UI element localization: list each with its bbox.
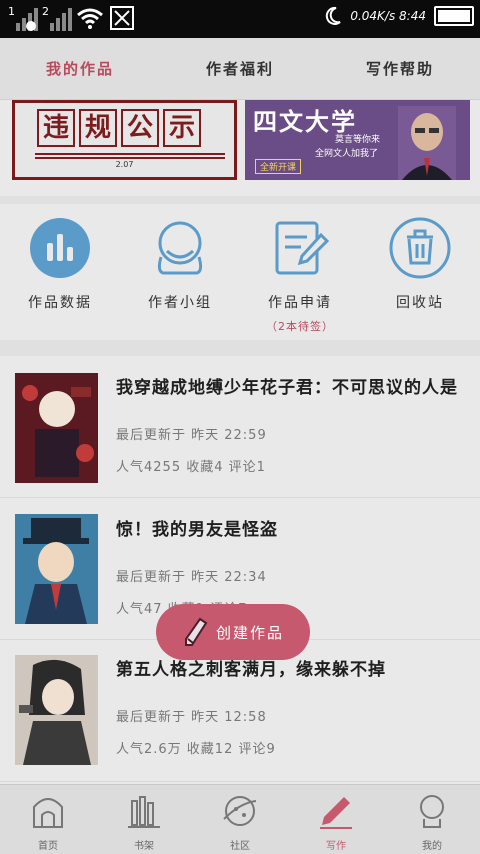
banner-char: 公 — [121, 109, 159, 147]
author-group-button[interactable]: 作者小组 — [120, 216, 240, 312]
banner-char: 规 — [79, 109, 117, 147]
sim1-signal-icon: 1 — [8, 5, 38, 31]
quick-actions: 作品数据 作者小组 作品申请 （2本待签） 回收站 — [0, 204, 480, 340]
home-icon — [33, 798, 63, 828]
work-title: 我穿越成地缚少年花子君：不可思议的人是 — [116, 378, 458, 398]
nav-label: 写作 — [326, 841, 346, 852]
nav-label: 书架 — [134, 841, 154, 852]
work-updated: 最后更新于 昨天 12:58 — [116, 710, 267, 725]
wifi-icon — [77, 8, 103, 29]
list-item[interactable]: 第五人格之刺客满月，缘来躲不掉 最后更新于 昨天 12:58 人气2.6万 收藏… — [0, 640, 480, 782]
group-icon — [148, 216, 212, 280]
pen-icon — [320, 797, 352, 829]
quick-action-label: 回收站 — [396, 295, 444, 311]
recycle-bin-button[interactable]: 回收站 — [360, 216, 480, 312]
sim2-signal-icon: 2 — [42, 5, 72, 31]
book-cover-image — [15, 655, 98, 765]
works-data-button[interactable]: 作品数据 — [0, 216, 120, 312]
work-stats: 人气2.6万 收藏12 评论9 — [116, 742, 276, 757]
banner-area: 违 规 公 示 2.07 四文大学 莫言等你来 全网文人加我了 全新开课 — [0, 100, 480, 198]
work-stats: 人气4255 收藏4 评论1 — [116, 460, 266, 475]
work-title: 第五人格之刺客满月，缘来躲不掉 — [116, 660, 386, 680]
quick-action-label: 作品申请 — [268, 295, 332, 311]
sim1-label: 1 — [8, 5, 15, 18]
tab-my-works[interactable]: 我的作品 — [0, 38, 160, 99]
create-work-label: 创建作品 — [215, 623, 284, 642]
top-tabs: 我的作品 作者福利 写作帮助 — [0, 38, 480, 100]
violation-notice-banner[interactable]: 违 规 公 示 2.07 — [12, 100, 237, 180]
scissors-icon — [110, 6, 134, 30]
banner-char: 违 — [37, 109, 75, 147]
book-cover-image — [15, 514, 98, 624]
moon-icon — [326, 6, 341, 25]
tab-author-benefits[interactable]: 作者福利 — [160, 38, 320, 99]
nav-home[interactable]: 首页 — [0, 785, 96, 854]
nav-writing[interactable]: 写作 — [288, 785, 384, 854]
nav-label: 首页 — [38, 841, 58, 852]
tab-label: 我的作品 — [45, 60, 114, 78]
trash-icon — [388, 216, 452, 280]
list-item[interactable]: 我穿越成地缚少年花子君：不可思议的人是 最后更新于 昨天 22:59 人气425… — [0, 356, 480, 498]
nav-profile[interactable]: 我的 — [384, 785, 480, 854]
nav-bookshelf[interactable]: 书架 — [96, 785, 192, 854]
banner-subtitle: 莫言等你来 — [335, 135, 381, 145]
banner-subtitle-2: 全网文人加我了 — [315, 149, 379, 159]
create-work-button[interactable]: 创建作品 — [156, 604, 310, 660]
work-updated: 最后更新于 昨天 22:59 — [116, 428, 267, 443]
status-right: 0.04K/s 8:44 — [324, 6, 474, 26]
banner-char: 示 — [163, 109, 201, 147]
pending-sign-note: （2本待签） — [266, 320, 334, 333]
status-bar: 1 2 0.04K/s 8:44 — [0, 0, 480, 38]
section-separator — [0, 196, 480, 204]
quick-action-label: 作品数据 — [28, 295, 92, 311]
bottom-nav: 首页 书架 社区 写作 我的 — [0, 784, 480, 854]
pencil-icon — [184, 617, 208, 646]
portrait-image — [398, 106, 456, 180]
profile-icon — [420, 795, 444, 828]
net-speed: 0.04K/s — [350, 9, 396, 23]
tab-label: 作者福利 — [205, 60, 274, 78]
banner-tag: 全新开课 — [255, 159, 302, 174]
nav-label: 我的 — [422, 841, 442, 852]
status-left: 1 2 — [8, 5, 134, 31]
book-cover-image — [15, 373, 98, 483]
clock: 8:44 — [399, 9, 426, 23]
banner-date: 2.07 — [115, 160, 134, 169]
work-application-button[interactable]: 作品申请 （2本待签） — [240, 216, 360, 334]
tab-writing-help[interactable]: 写作帮助 — [320, 38, 480, 99]
bar-chart-icon — [28, 216, 92, 280]
works-list: 我穿越成地缚少年花子君：不可思议的人是 最后更新于 昨天 22:59 人气425… — [0, 356, 480, 784]
section-separator — [0, 340, 480, 356]
edit-document-icon — [268, 216, 332, 280]
battery-icon — [434, 6, 474, 26]
net-speed-group: 0.04K/s 8:44 — [350, 9, 426, 23]
work-title: 惊！我的男友是怪盗 — [116, 520, 278, 540]
tab-label: 写作帮助 — [365, 60, 434, 78]
community-icon — [223, 796, 257, 826]
nav-community[interactable]: 社区 — [192, 785, 288, 854]
quick-action-label: 作者小组 — [148, 295, 212, 311]
sim2-label: 2 — [42, 5, 49, 18]
nav-label: 社区 — [230, 841, 250, 852]
work-updated: 最后更新于 昨天 22:34 — [116, 570, 267, 585]
web-university-banner[interactable]: 四文大学 莫言等你来 全网文人加我了 全新开课 — [245, 100, 470, 180]
bookshelf-icon — [128, 796, 160, 828]
